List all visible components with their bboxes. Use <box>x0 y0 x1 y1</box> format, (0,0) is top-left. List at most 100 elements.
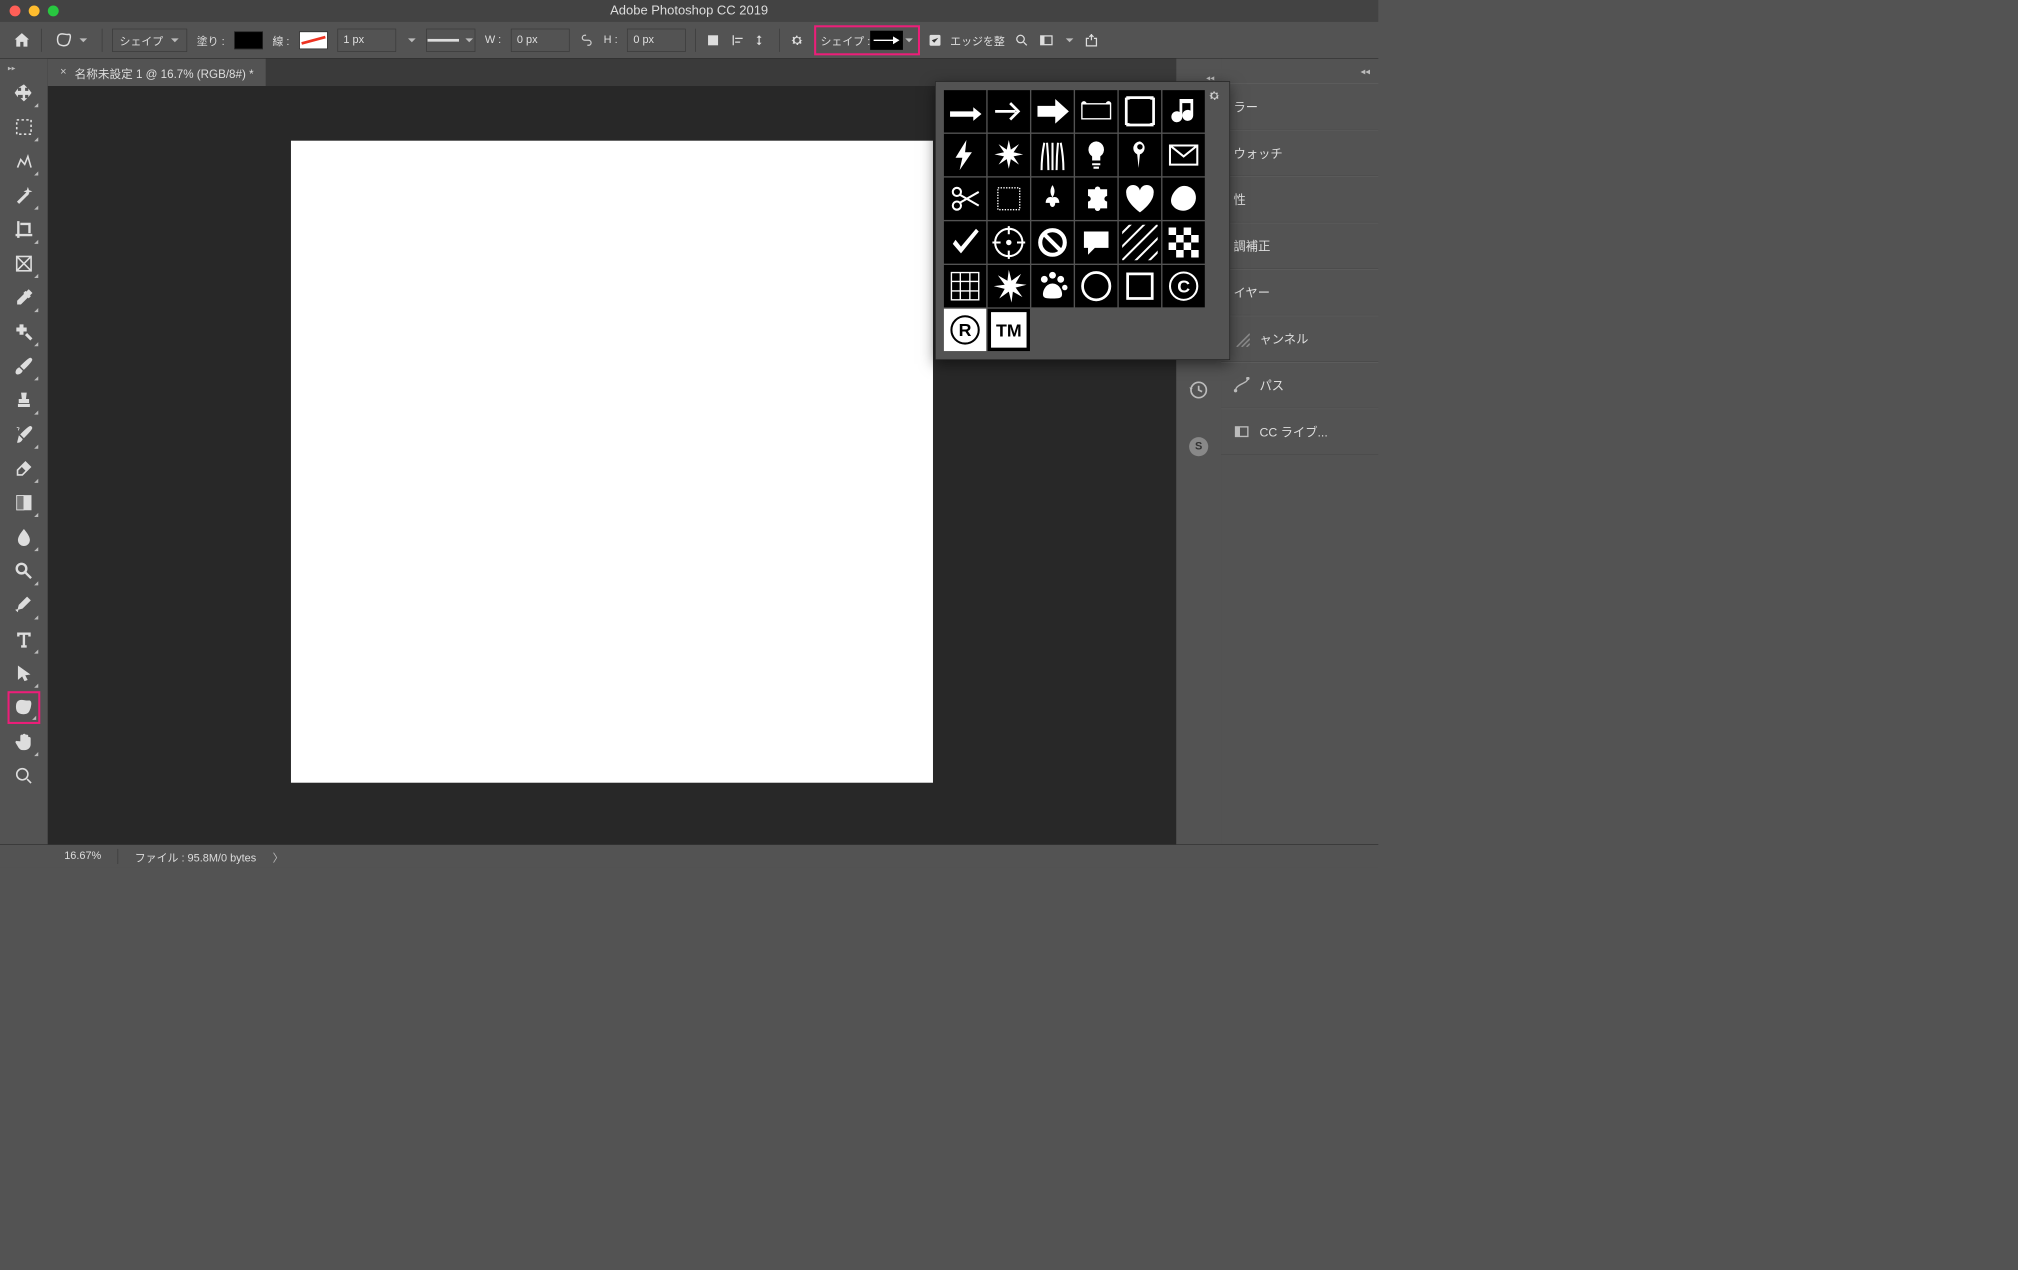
shape-copyright[interactable]: C <box>1162 265 1204 307</box>
shape-bolt[interactable] <box>944 134 986 176</box>
fill-swatch[interactable] <box>234 31 263 49</box>
app-title: Adobe Photoshop CC 2019 <box>610 3 768 18</box>
height-field[interactable]: 0 px <box>627 28 686 51</box>
gear-icon[interactable] <box>1208 89 1222 103</box>
magic-wand-tool[interactable] <box>8 179 41 212</box>
collapse-icon[interactable]: ◂◂ <box>1360 65 1370 77</box>
width-field[interactable]: 0 px <box>511 28 570 51</box>
shape-music-note[interactable] <box>1162 90 1204 132</box>
minimize-window-icon[interactable] <box>29 5 40 16</box>
align-icon[interactable] <box>730 32 745 47</box>
mode-label: シェイプ <box>120 32 164 48</box>
chevron-down-icon[interactable] <box>407 35 417 45</box>
path-select-tool[interactable] <box>8 657 41 690</box>
shape-hatch[interactable] <box>1119 221 1161 263</box>
brush-tool[interactable] <box>8 350 41 383</box>
panel-layers[interactable]: イヤー <box>1221 269 1378 315</box>
healing-tool[interactable] <box>8 316 41 349</box>
shape-arrow-thin[interactable] <box>944 90 986 132</box>
shape-speech[interactable] <box>1075 221 1117 263</box>
gear-icon[interactable] <box>790 32 805 47</box>
panel-channels[interactable]: ャンネル <box>1221 316 1378 362</box>
shape-check[interactable] <box>944 221 986 263</box>
pen-tool[interactable] <box>8 589 41 622</box>
shape-heart[interactable] <box>1119 178 1161 220</box>
chevron-down-icon[interactable] <box>1065 35 1075 45</box>
dodge-tool[interactable] <box>8 555 41 588</box>
zoom-level[interactable]: 16.67% <box>64 850 101 862</box>
expand-tools-icon[interactable]: ▸▸ <box>4 63 19 73</box>
shape-fleur[interactable] <box>1031 178 1073 220</box>
shape-checker[interactable] <box>1162 221 1204 263</box>
lasso-tool[interactable] <box>8 145 41 178</box>
shape-arrow-open[interactable] <box>988 90 1030 132</box>
shape-frame[interactable] <box>1119 90 1161 132</box>
stroke-width-field[interactable]: 1 px <box>337 28 396 51</box>
history-icon[interactable] <box>1188 380 1208 400</box>
stroke-style-select[interactable] <box>426 28 475 51</box>
history-brush-tool[interactable] <box>8 418 41 451</box>
shape-pin[interactable] <box>1119 134 1161 176</box>
shape-tm[interactable]: TM <box>988 309 1030 351</box>
workspace-icon[interactable] <box>1039 32 1054 47</box>
panel-color[interactable]: ラー <box>1221 83 1378 129</box>
marquee-tool[interactable] <box>8 111 41 144</box>
eyedropper-tool[interactable] <box>8 281 41 314</box>
shape-puzzle[interactable] <box>1075 178 1117 220</box>
home-icon[interactable] <box>12 30 31 49</box>
shape-picker-button[interactable]: シェイプ : <box>814 25 920 55</box>
chevron-down-icon <box>79 35 89 45</box>
mode-select[interactable]: シェイプ <box>112 28 187 51</box>
shape-square-o[interactable] <box>1119 265 1161 307</box>
shape-star-burst[interactable] <box>988 265 1030 307</box>
shape-target[interactable] <box>988 221 1030 263</box>
shape-no[interactable] <box>1031 221 1073 263</box>
shape-banner[interactable] <box>1075 90 1117 132</box>
share-icon[interactable] <box>1084 32 1099 47</box>
maximize-window-icon[interactable] <box>48 5 59 16</box>
shape-paw[interactable] <box>1031 265 1073 307</box>
chevron-right-icon[interactable]: 〉 <box>273 848 284 864</box>
type-tool[interactable] <box>8 623 41 656</box>
search-icon[interactable] <box>1014 32 1029 47</box>
link-icon[interactable] <box>579 32 594 47</box>
shape-circle-o[interactable] <box>1075 265 1117 307</box>
zoom-tool[interactable] <box>8 759 41 792</box>
shape-bulb[interactable] <box>1075 134 1117 176</box>
align-edges-checkbox[interactable] <box>930 34 941 45</box>
panel-cc-libraries[interactable]: CC ライブ... <box>1221 408 1378 454</box>
crop-tool[interactable] <box>8 213 41 246</box>
custom-shape-tool[interactable] <box>8 691 41 724</box>
stamp-tool[interactable] <box>8 384 41 417</box>
arrange-icon[interactable] <box>755 32 770 47</box>
style-icon[interactable]: S <box>1189 437 1208 456</box>
shape-grass[interactable] <box>1031 134 1073 176</box>
file-info[interactable]: ファイル : 95.8M/0 bytes <box>135 848 256 864</box>
frame-tool[interactable] <box>8 247 41 280</box>
shape-scissors[interactable] <box>944 178 986 220</box>
panel-paths[interactable]: パス <box>1221 362 1378 408</box>
shape-stamp[interactable] <box>988 178 1030 220</box>
path-ops-icon[interactable] <box>706 32 721 47</box>
shape-blob[interactable] <box>1162 178 1204 220</box>
shape-arrow-block[interactable] <box>1031 90 1073 132</box>
close-tab-icon[interactable]: × <box>60 66 66 78</box>
gradient-tool[interactable] <box>8 486 41 519</box>
close-window-icon[interactable] <box>10 5 21 16</box>
eraser-tool[interactable] <box>8 452 41 485</box>
resize-grip-icon[interactable] <box>1233 331 1249 347</box>
panel-properties[interactable]: 性 <box>1221 176 1378 222</box>
stroke-swatch[interactable] <box>299 31 328 49</box>
shape-burst[interactable] <box>988 134 1030 176</box>
document-tab[interactable]: × 名称未設定 1 @ 16.7% (RGB/8#) * <box>48 59 266 86</box>
blur-tool[interactable] <box>8 520 41 553</box>
hand-tool[interactable] <box>8 725 41 758</box>
panel-swatches[interactable]: ウォッチ <box>1221 130 1378 176</box>
shape-registered[interactable]: R <box>944 309 986 351</box>
shape-envelope[interactable] <box>1162 134 1204 176</box>
canvas[interactable] <box>291 141 933 783</box>
move-tool[interactable] <box>8 76 41 109</box>
current-tool-indicator[interactable] <box>51 31 92 49</box>
shape-grid[interactable] <box>944 265 986 307</box>
panel-adjustments[interactable]: 調補正 <box>1221 223 1378 269</box>
